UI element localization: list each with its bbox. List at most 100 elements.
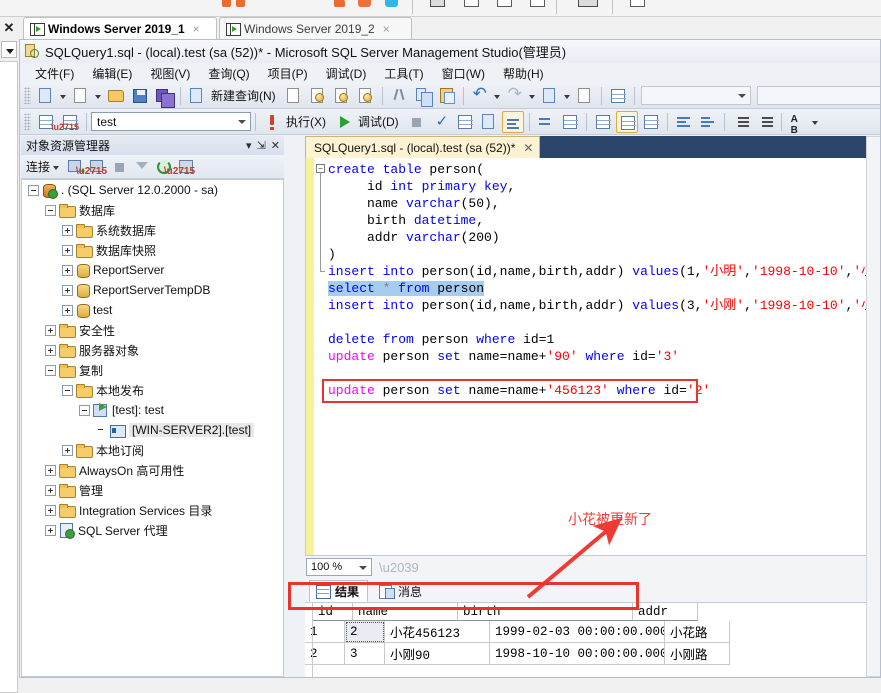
tree-node[interactable]: 管理 — [22, 480, 283, 500]
toolbar-combo-1[interactable] — [640, 86, 751, 105]
tree-node[interactable]: ReportServer — [22, 260, 283, 280]
execute-button[interactable]: 执行(X) — [284, 113, 332, 130]
grid-column-header[interactable]: birth — [458, 603, 633, 621]
stop-refresh-icon[interactable]: \u2715 — [164, 157, 196, 177]
debug-button[interactable]: 调试(D) — [356, 113, 405, 130]
menu-item-edit[interactable]: 编辑(E) — [83, 64, 141, 83]
close-icon[interactable]: ✕ — [523, 141, 533, 155]
tree-node[interactable]: [WIN-SERVER2].[test] — [22, 420, 283, 440]
view-stretch-icon[interactable] — [497, 0, 512, 7]
undo-icon[interactable] — [469, 84, 491, 107]
query-options-icon[interactable] — [478, 111, 500, 133]
navigate-forward-icon[interactable] — [574, 85, 596, 107]
tree-node[interactable]: SQL Server 代理 — [22, 520, 283, 540]
vm-tab-0[interactable]: Windows Server 2019_1 × — [23, 17, 217, 39]
increase-indent-icon[interactable] — [754, 111, 776, 133]
show-diagram-icon[interactable] — [607, 85, 629, 107]
expand-icon[interactable] — [45, 504, 56, 516]
tree-node[interactable]: ReportServerTempDB — [22, 280, 283, 300]
connect-button[interactable]: 连接 — [26, 158, 60, 175]
document-tab-sqlquery1[interactable]: SQLQuery1.sql - (local).test (sa (52))* … — [305, 136, 541, 158]
debug-play-icon[interactable] — [333, 111, 355, 133]
new-project-icon[interactable] — [35, 85, 57, 107]
menu-item-debug[interactable]: 调试(D) — [317, 64, 376, 83]
close-icon[interactable]: × — [383, 22, 390, 36]
revert-icon[interactable] — [358, 0, 371, 7]
grid-column-header[interactable]: name — [353, 603, 458, 621]
collapse-icon[interactable] — [28, 184, 39, 196]
object-explorer-tree[interactable]: . (SQL Server 12.0.2000 - sa) 数据库 系统数据库 数据库… — [21, 179, 284, 677]
spell-check-icon[interactable]: AB — [787, 111, 809, 136]
redo-dropdown-icon[interactable] — [527, 85, 538, 107]
expand-icon[interactable] — [45, 324, 56, 336]
tree-node[interactable]: 本地发布 — [22, 380, 283, 400]
toolbar-grip-2[interactable] — [24, 113, 31, 130]
tree-node[interactable]: 本地订阅 — [22, 440, 283, 460]
manage-icon[interactable] — [385, 0, 398, 7]
execute-icon[interactable] — [261, 111, 283, 133]
close-icon[interactable]: ✕ — [271, 139, 280, 152]
display-estimated-plan-icon[interactable] — [454, 111, 476, 133]
tree-node[interactable]: 系统数据库 — [22, 220, 283, 240]
tab-results[interactable]: 结果 — [309, 580, 369, 602]
expand-icon[interactable] — [62, 284, 73, 296]
collapse-icon[interactable] — [79, 404, 90, 416]
expand-icon[interactable] — [62, 304, 73, 316]
vm-tab-1[interactable]: Windows Server 2019_2 × — [219, 17, 412, 39]
tab-messages[interactable]: 消息 — [372, 580, 431, 602]
new-mdx-query-icon[interactable] — [307, 85, 329, 107]
disconnect-object-explorer-icon[interactable]: \u2715 — [76, 157, 108, 177]
chevron-down-icon[interactable] — [1, 41, 17, 58]
new-query-icon[interactable] — [186, 85, 208, 107]
menu-item-query[interactable]: 查询(Q) — [199, 64, 258, 83]
toolbar-combo-2[interactable] — [756, 86, 880, 105]
expand-icon[interactable] — [62, 444, 73, 456]
view-unity-icon[interactable] — [630, 0, 645, 7]
editor-fold-margin[interactable] — [314, 158, 328, 555]
grid-column-header[interactable]: addr — [633, 603, 698, 621]
fold-collapse-icon[interactable]: − — [316, 164, 325, 173]
grid-cell-name[interactable]: 小花456123 — [385, 621, 490, 643]
grid-cell-birth[interactable]: 1999-02-03 00:00:00.000 — [490, 621, 665, 643]
new-xmla-query-icon[interactable] — [355, 85, 377, 107]
tree-node[interactable]: 复制 — [22, 360, 283, 380]
new-project-dropdown-icon[interactable] — [58, 85, 69, 107]
menu-item-window[interactable]: 窗口(W) — [433, 64, 494, 83]
expand-icon[interactable] — [62, 264, 73, 276]
expand-icon[interactable] — [45, 464, 56, 476]
save-all-icon[interactable] — [153, 85, 175, 108]
menu-item-view[interactable]: 视图(V) — [141, 64, 199, 83]
redo-icon[interactable] — [504, 84, 526, 107]
decrease-indent-icon[interactable] — [730, 111, 752, 133]
expand-icon[interactable] — [45, 484, 56, 496]
new-db-query-icon[interactable] — [283, 85, 305, 107]
include-client-stats-icon[interactable] — [559, 111, 581, 133]
results-to-file-icon[interactable] — [640, 111, 662, 133]
grid-column-header[interactable]: id — [313, 603, 353, 621]
tree-node[interactable]: AlwaysOn 高可用性 — [22, 460, 283, 480]
navigate-dropdown-icon[interactable] — [562, 85, 573, 107]
copy-icon[interactable] — [412, 85, 434, 107]
menu-item-project[interactable]: 项目(P) — [259, 64, 317, 83]
table-row[interactable]: 2 3 小刚90 1998-10-10 00:00:00.000 小刚路 — [305, 643, 880, 665]
new-item-icon[interactable] — [70, 85, 92, 107]
uncomment-icon[interactable] — [697, 111, 719, 133]
zoom-level-selector[interactable]: 100 % — [306, 558, 372, 576]
open-folder-icon[interactable] — [105, 85, 127, 107]
grid-cell-id[interactable]: 3 — [345, 643, 385, 665]
tree-node[interactable]: Integration Services 目录 — [22, 500, 283, 520]
toolbar-grip[interactable] — [24, 87, 31, 104]
navigate-back-icon[interactable] — [539, 85, 561, 107]
expand-icon[interactable] — [62, 224, 73, 236]
grid-cell-id[interactable]: 2 — [345, 621, 385, 643]
collapse-icon[interactable] — [62, 384, 73, 396]
editor-vertical-scrollbar[interactable] — [866, 136, 880, 677]
paste-icon[interactable] — [436, 85, 458, 107]
snapshot-icon[interactable] — [334, 0, 345, 7]
tree-node[interactable]: 安全性 — [22, 320, 283, 340]
grid-cell-addr[interactable]: 小刚路 — [665, 643, 730, 665]
expand-icon[interactable] — [45, 524, 56, 536]
orange-toolbar-icon[interactable] — [222, 0, 231, 7]
table-row[interactable]: 1 2 小花456123 1999-02-03 00:00:00.000 小花路 — [305, 621, 880, 643]
stop-icon[interactable] — [110, 157, 130, 177]
